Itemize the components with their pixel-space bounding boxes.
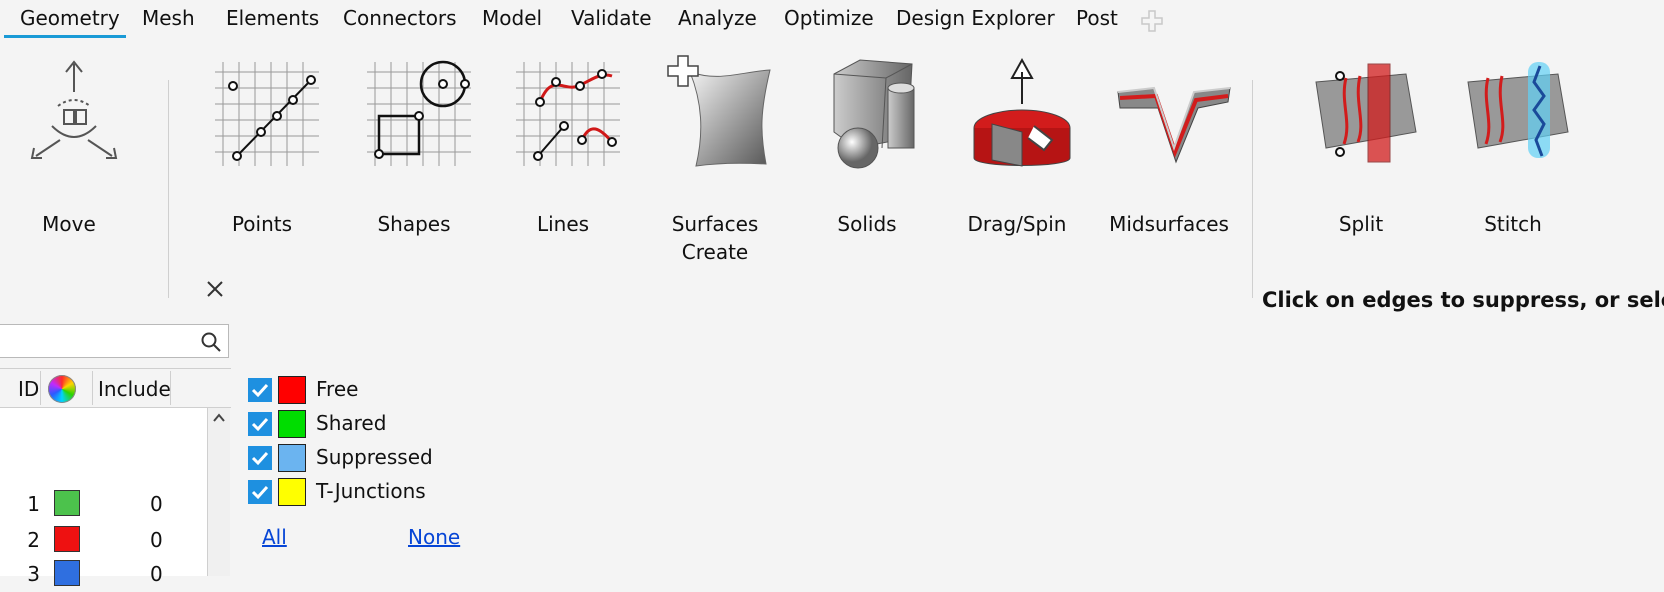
close-icon[interactable] [204, 278, 226, 300]
row-id: 2 [27, 528, 40, 552]
row-include: 0 [150, 562, 163, 586]
entity-table-body: 1 0 2 0 3 0 [0, 408, 211, 586]
color-wheel-icon[interactable] [48, 375, 76, 403]
lines-label: Lines [536, 212, 590, 236]
legend-item-free: Free [248, 375, 448, 405]
drag-spin-icon [973, 57, 1071, 167]
scroll-up-icon[interactable] [211, 410, 227, 426]
stitch-label: Stitch [1484, 212, 1542, 236]
row-color-swatch[interactable] [54, 560, 80, 586]
surfaces-icon [667, 55, 771, 167]
solids-label: Solids [837, 212, 897, 236]
tab-connectors[interactable]: Connectors [343, 6, 457, 30]
free-color-swatch [278, 376, 306, 404]
suppressed-color-swatch [278, 444, 306, 472]
tab-analyze[interactable]: Analyze [678, 6, 757, 30]
tab-model[interactable]: Model [482, 6, 542, 30]
search-input[interactable] [0, 324, 229, 358]
active-tab-indicator [4, 35, 126, 38]
surfaces-create-tool-button[interactable]: Surfaces Create [640, 52, 790, 272]
checkmark-icon [251, 451, 269, 466]
table-row[interactable]: 3 0 [0, 558, 200, 592]
table-row[interactable]: 2 0 [0, 524, 200, 558]
solids-tool-button[interactable]: Solids [792, 52, 942, 272]
instruction-text: Click on edges to suppress, or sele [1262, 288, 1664, 312]
column-divider [170, 371, 171, 405]
surfaces-create-label: Surfaces Create [671, 212, 759, 264]
legend-item-suppressed: Suppressed [248, 443, 448, 473]
ribbon-divider [168, 80, 169, 298]
points-icon [215, 62, 319, 166]
split-label: Split [1338, 212, 1384, 236]
t-junctions-label: T-Junctions [316, 479, 426, 503]
split-tool-button[interactable]: Split [1286, 52, 1436, 272]
select-none-link[interactable]: None [408, 525, 460, 549]
shapes-icon [367, 60, 471, 166]
free-label: Free [316, 377, 359, 401]
midsurfaces-label: Midsurfaces [1109, 212, 1229, 236]
column-divider [40, 371, 41, 405]
tab-design-explorer[interactable]: Design Explorer [896, 6, 1055, 30]
row-id: 1 [27, 492, 40, 516]
tab-elements[interactable]: Elements [226, 6, 319, 30]
move-label: Move [42, 212, 96, 236]
shared-checkbox[interactable] [248, 412, 272, 436]
points-tool-button[interactable]: Points [187, 52, 337, 272]
tab-post[interactable]: Post [1076, 6, 1118, 30]
row-color-swatch[interactable] [54, 526, 80, 552]
solids-icon [833, 59, 915, 169]
suppressed-label: Suppressed [316, 445, 433, 469]
split-icon [1315, 63, 1417, 163]
table-scrollbar[interactable] [207, 408, 230, 576]
lines-icon [516, 62, 620, 166]
drag-spin-label: Drag/Spin [967, 212, 1067, 236]
midsurfaces-tool-button[interactable]: Midsurfaces [1094, 52, 1244, 272]
points-label: Points [231, 212, 293, 236]
row-include: 0 [150, 492, 163, 516]
table-row[interactable]: 1 0 [0, 488, 200, 522]
tab-mesh[interactable]: Mesh [142, 6, 195, 30]
drag-spin-tool-button[interactable]: Drag/Spin [942, 52, 1092, 272]
shapes-tool-button[interactable]: Shapes [339, 52, 489, 272]
move-icon [30, 60, 118, 159]
free-checkbox[interactable] [248, 378, 272, 402]
legend-item-t-junctions: T-Junctions [248, 477, 448, 507]
checkmark-icon [251, 417, 269, 432]
midsurfaces-icon [1117, 86, 1231, 164]
geometry-ribbon: Move Points Shapes Lines Surfaces Create… [0, 40, 1664, 298]
shapes-label: Shapes [377, 212, 451, 236]
tab-optimize[interactable]: Optimize [784, 6, 874, 30]
row-include: 0 [150, 528, 163, 552]
select-all-link[interactable]: All [262, 525, 287, 549]
lines-tool-button[interactable]: Lines [488, 52, 638, 272]
legend-item-shared: Shared [248, 409, 448, 439]
stitch-tool-button[interactable]: Stitch [1438, 52, 1588, 272]
id-column-header[interactable]: ID [18, 377, 39, 401]
ribbon-divider [1252, 80, 1253, 298]
stitch-icon [1467, 62, 1569, 158]
checkmark-icon [251, 383, 269, 398]
ribbon-tab-bar: Geometry Mesh Elements Connectors Model … [0, 0, 1664, 40]
t-junctions-checkbox[interactable] [248, 480, 272, 504]
shared-color-swatch [278, 410, 306, 438]
t-junctions-color-swatch [278, 478, 306, 506]
include-column-header[interactable]: Include [98, 377, 171, 401]
row-color-swatch[interactable] [54, 490, 80, 516]
tab-validate[interactable]: Validate [571, 6, 652, 30]
search-icon[interactable] [200, 331, 222, 353]
column-divider [92, 371, 93, 405]
row-id: 3 [27, 562, 40, 586]
entity-table-header: ID Include [0, 368, 231, 408]
move-tool-button[interactable]: Move [0, 52, 144, 272]
suppressed-checkbox[interactable] [248, 446, 272, 470]
checkmark-icon [251, 485, 269, 500]
tab-geometry[interactable]: Geometry [20, 6, 120, 30]
add-tab-icon[interactable] [1140, 9, 1164, 33]
shared-label: Shared [316, 411, 387, 435]
